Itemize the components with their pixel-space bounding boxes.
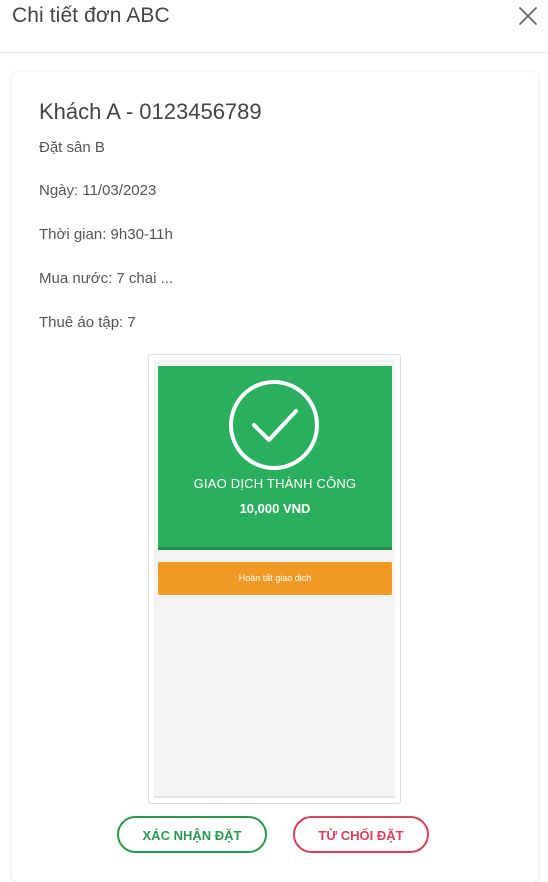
- venue-text: Đặt sân B: [39, 139, 105, 156]
- transaction-status: GIAO DỊCH THÀNH CÔNG: [193, 476, 357, 491]
- payment-receipt-image: GIAO DỊCH THÀNH CÔNG 10,000 VND Hoàn tất…: [148, 354, 401, 804]
- transaction-amount: 10,000 VND: [239, 501, 311, 516]
- page-title: Chi tiết đơn ABC: [12, 4, 170, 27]
- date-text: Ngày: 11/03/2023: [39, 182, 157, 199]
- check-circle-icon: [229, 380, 319, 470]
- close-button[interactable]: [516, 4, 540, 28]
- shirts-text: Thuê áo tập: 7: [39, 314, 136, 331]
- receipt-bottom-edge: [154, 796, 395, 798]
- confirm-booking-button[interactable]: XÁC NHẬN ĐẶT: [117, 816, 267, 853]
- reject-booking-button[interactable]: TỪ CHỐI ĐẶT: [293, 816, 429, 853]
- time-text: Thời gian: 9h30-11h: [39, 226, 173, 243]
- customer-name-phone: Khách A - 0123456789: [39, 99, 262, 124]
- drinks-text: Mua nước: 7 chai ...: [39, 270, 174, 287]
- receipt-screen: GIAO DỊCH THÀNH CÔNG 10,000 VND Hoàn tất…: [154, 360, 395, 798]
- success-panel: GIAO DỊCH THÀNH CÔNG 10,000 VND: [158, 366, 392, 550]
- order-detail-card: Khách A - 0123456789 Đặt sân B Ngày: 11/…: [12, 72, 538, 882]
- close-icon[interactable]: [516, 4, 540, 28]
- modal-header: Chi tiết đơn ABC: [0, 0, 548, 53]
- finish-transaction-button: Hoàn tất giao dịch: [158, 562, 392, 595]
